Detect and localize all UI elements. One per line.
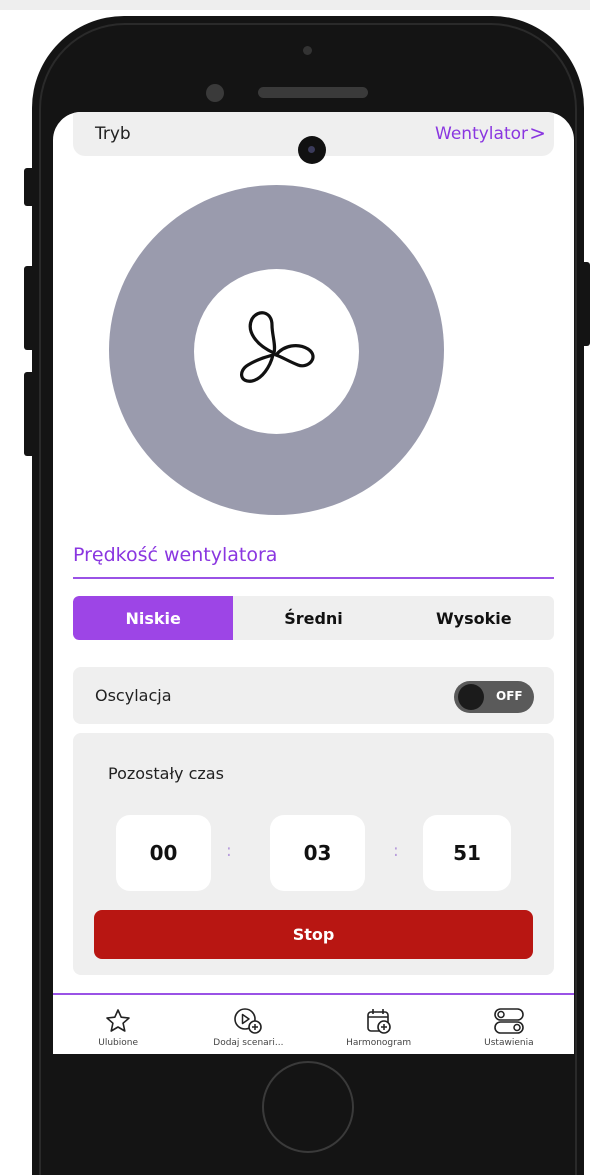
- side-button-volume-down: [24, 372, 34, 456]
- oscillation-row: Oscylacja OFF: [73, 667, 554, 724]
- chevron-right-icon: >: [529, 121, 546, 145]
- star-icon: [106, 1009, 130, 1032]
- calendar-add-icon: [366, 1009, 391, 1034]
- front-camera: [206, 84, 224, 102]
- oscillation-toggle[interactable]: OFF: [454, 681, 534, 713]
- speed-selector: Niskie Średni Wysokie: [73, 596, 554, 640]
- fan-dial-center[interactable]: [194, 269, 359, 434]
- divider: [73, 577, 554, 579]
- nav-label: Harmonogram: [346, 1038, 412, 1048]
- toggle-state-text: OFF: [496, 689, 523, 703]
- oscillation-label: Oscylacja: [95, 686, 172, 705]
- home-button[interactable]: [262, 1061, 354, 1153]
- fan-icon: [240, 311, 315, 383]
- timer-separator: :: [226, 841, 232, 861]
- app-screen: Tryb Wentylator > Prędkość wentylatora N…: [53, 112, 574, 1054]
- bottom-nav: Ulubione Dodaj scenari... Harmonogram Us…: [53, 997, 574, 1054]
- earpiece-speaker: [258, 87, 368, 98]
- mode-label: Tryb: [95, 124, 131, 144]
- fan-dial: [109, 185, 444, 515]
- speed-option-high[interactable]: Wysokie: [394, 596, 554, 640]
- timer-seconds[interactable]: 51: [423, 815, 511, 891]
- top-strip: [0, 0, 590, 10]
- timer-hours[interactable]: 00: [116, 815, 211, 891]
- timer-card: Pozostały czas 00 : 03 : 51 Stop: [73, 733, 554, 975]
- fan-speed-title: Prędkość wentylatora: [73, 544, 278, 566]
- mode-value[interactable]: Wentylator: [435, 124, 528, 144]
- nav-item-schedule[interactable]: Harmonogram: [314, 997, 444, 1054]
- screen-camera: [298, 136, 326, 164]
- nav-item-add-scenario[interactable]: Dodaj scenari...: [183, 997, 313, 1054]
- nav-divider: [53, 993, 574, 995]
- side-button-power: [582, 262, 590, 346]
- side-button-volume-up: [24, 266, 34, 350]
- stop-button[interactable]: Stop: [94, 910, 533, 959]
- nav-item-settings[interactable]: Ustawienia: [444, 997, 574, 1054]
- timer-separator: :: [393, 841, 399, 861]
- speed-option-low[interactable]: Niskie: [73, 596, 234, 640]
- nav-label: Ustawienia: [484, 1038, 534, 1048]
- speed-option-medium[interactable]: Średni: [233, 596, 393, 640]
- front-sensor: [303, 46, 312, 55]
- nav-item-favorites[interactable]: Ulubione: [53, 997, 183, 1054]
- toggles-icon: [494, 1008, 524, 1034]
- side-button-mute: [24, 168, 34, 206]
- toggle-knob: [458, 684, 484, 710]
- add-scenario-icon: [234, 1008, 263, 1034]
- remaining-time-label: Pozostały czas: [108, 764, 224, 783]
- nav-label: Dodaj scenari...: [213, 1038, 284, 1048]
- nav-label: Ulubione: [98, 1038, 138, 1048]
- timer-minutes[interactable]: 03: [270, 815, 365, 891]
